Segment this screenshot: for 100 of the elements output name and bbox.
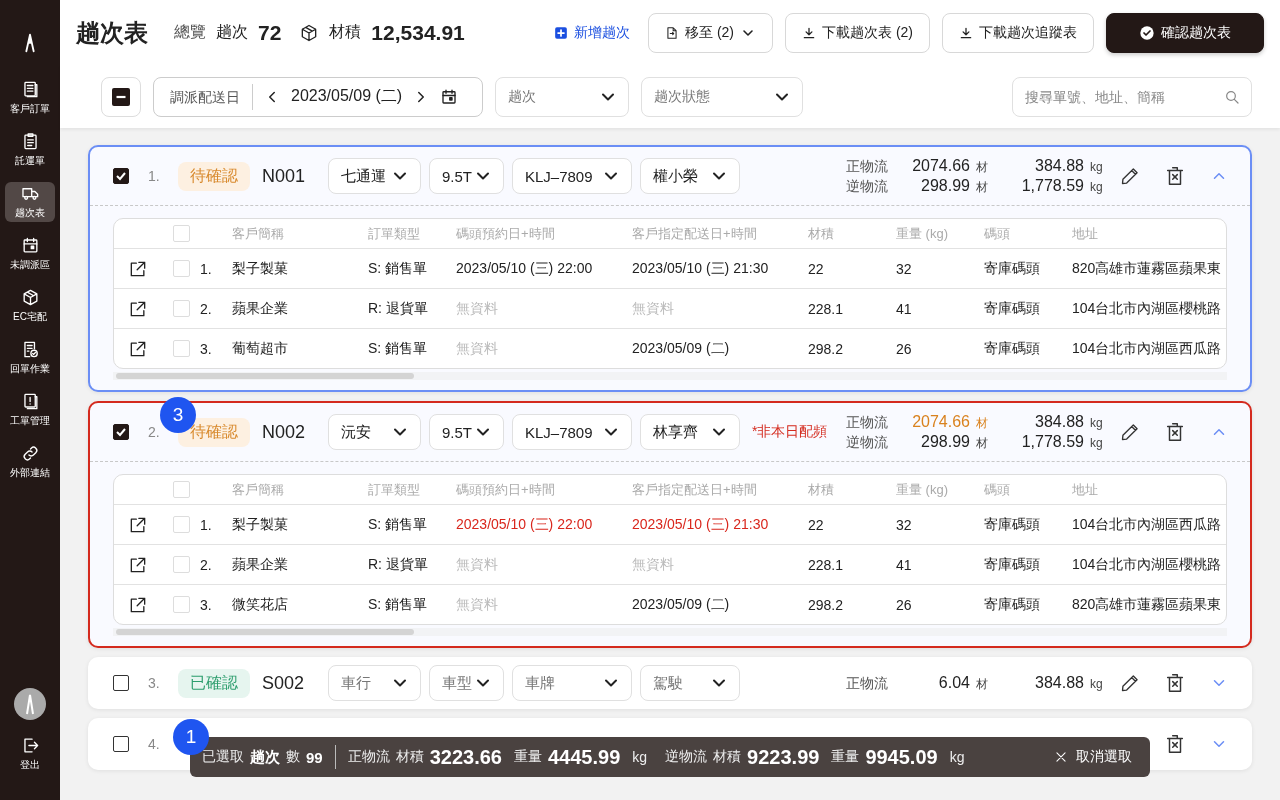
table-cell: 葡萄超市	[232, 339, 288, 356]
date-picker[interactable]: 調派配送日 2023/05/09 (二)	[153, 76, 483, 117]
column-header: 碼頭	[984, 225, 1010, 241]
nav-item[interactable]: EC宅配	[5, 286, 55, 326]
selected-count: 99	[306, 748, 323, 766]
table-cell: 26	[896, 340, 912, 357]
trip-select[interactable]: 權小榮	[640, 158, 740, 194]
cancel-selection-button[interactable]: 取消選取	[1048, 747, 1138, 767]
pencil-icon[interactable]	[1120, 422, 1140, 442]
filter-select[interactable]: 趟次狀態	[641, 76, 803, 117]
column-header: 地址	[1072, 481, 1098, 497]
check-circle-icon	[1139, 24, 1155, 41]
calendar-icon[interactable]	[440, 87, 459, 106]
volume-total: 3223.66	[429, 745, 502, 769]
unit-label: 材	[975, 158, 989, 176]
nav-item[interactable]: 趟次表	[5, 182, 55, 222]
trash-icon[interactable]	[1164, 421, 1186, 443]
trip-count-label: 趟次	[216, 22, 248, 42]
trip-select[interactable]: 駕駛	[640, 665, 740, 701]
nav-item[interactable]: 外部連結	[5, 442, 55, 482]
nav-item[interactable]: 回單作業	[5, 338, 55, 378]
select-all-checkbox[interactable]	[172, 225, 190, 242]
unit-label: kg	[1089, 676, 1104, 691]
pencil-icon[interactable]	[1120, 166, 1140, 186]
row-number: 1.	[200, 260, 212, 277]
trip-checkbox[interactable]	[113, 168, 129, 184]
link-icon	[20, 444, 40, 463]
column-header: 訂單類型	[368, 481, 420, 497]
close-icon	[1054, 750, 1068, 764]
trash-icon[interactable]	[1164, 165, 1186, 187]
download-icon	[802, 25, 816, 40]
column-header: 重量 (kg)	[896, 225, 948, 241]
table-cell: 41	[896, 300, 912, 317]
trip-select[interactable]: 9.5T	[429, 414, 504, 450]
table-cell: 梨子製菓	[232, 259, 288, 276]
trip-select[interactable]: 9.5T	[429, 158, 504, 194]
table-cell: 32	[896, 516, 912, 533]
trash-icon[interactable]	[1164, 672, 1186, 694]
table-cell: 無資料	[456, 595, 498, 612]
search-field[interactable]: 搜尋單號、地址、簡稱	[1012, 76, 1252, 117]
trip-checkbox[interactable]	[113, 424, 129, 440]
volume-label: 材積	[329, 22, 362, 42]
unit-label: 材	[975, 414, 989, 432]
trip-select[interactable]: 七通運	[328, 158, 421, 194]
scrollbar-thumb[interactable]	[116, 629, 414, 635]
flow-label: 逆物流	[846, 177, 889, 196]
row-number: 3.	[200, 340, 212, 357]
table-cell: 無資料	[632, 299, 674, 316]
trip-number: 2.	[148, 424, 161, 440]
confirm-button[interactable]: 確認趟次表	[1106, 12, 1264, 53]
row-checkbox[interactable]	[172, 340, 190, 357]
nav-item[interactable]: 客戶訂單	[5, 78, 55, 118]
trip-checkbox[interactable]	[113, 675, 129, 691]
move-to-dropdown[interactable]: 移至 (2)	[648, 12, 773, 53]
volume-total: 9223.99	[747, 745, 820, 769]
column-header: 客戶簡稱	[232, 481, 284, 497]
weight-value: 1,778.59	[1020, 176, 1084, 195]
row-checkbox[interactable]	[172, 300, 190, 317]
download-button[interactable]: 下載趟次追蹤表	[942, 12, 1094, 53]
table-cell: 104台北市內湖區西瓜路	[1072, 515, 1222, 532]
row-checkbox[interactable]	[172, 596, 190, 613]
row-checkbox[interactable]	[172, 260, 190, 277]
scrollbar-thumb[interactable]	[116, 373, 414, 379]
trip-select[interactable]: 車行	[328, 665, 421, 701]
trip-select[interactable]: 車型	[429, 665, 504, 701]
trip-select[interactable]: 林享齊	[640, 414, 740, 450]
row-checkbox[interactable]	[172, 516, 190, 533]
trip-code: N001	[262, 165, 307, 187]
bulk-select-toggle[interactable]	[101, 76, 141, 117]
nav-item[interactable]: 託運單	[5, 130, 55, 170]
column-header: 碼頭預約日+時間	[456, 225, 555, 241]
select-all-checkbox[interactable]	[172, 481, 190, 498]
trip-select[interactable]: KLJ–7809	[512, 414, 632, 450]
trash-icon[interactable]	[1164, 733, 1186, 755]
volume-value: 298.99	[920, 432, 970, 451]
trip-select[interactable]: 車牌	[512, 665, 632, 701]
logout-button[interactable]: 登出	[5, 734, 55, 774]
weight-total: 9945.09	[865, 745, 938, 769]
row-checkbox[interactable]	[172, 556, 190, 573]
avatar-icon[interactable]	[14, 688, 46, 720]
download-button[interactable]: 下載趟次表 (2)	[785, 12, 930, 53]
trip-select[interactable]: 沅安	[328, 414, 421, 450]
count-label: 數	[286, 748, 300, 766]
trip-checkbox[interactable]	[113, 736, 129, 752]
nav-item[interactable]: 工單管理	[5, 390, 55, 430]
volume-value: 2074.66	[911, 156, 970, 175]
trip-select[interactable]: KLJ–7809	[512, 158, 632, 194]
weight-label: 重量	[831, 748, 860, 766]
table-cell: 22	[808, 260, 824, 277]
table-cell: 32	[896, 260, 912, 277]
table-cell: 2023/05/10 (三) 21:30	[632, 515, 769, 532]
filter-select[interactable]: 趟次	[495, 76, 629, 117]
status-badge: 已確認	[178, 668, 250, 698]
nav-item[interactable]: 未調派區	[5, 234, 55, 274]
trip-count: 72	[258, 20, 282, 45]
pencil-icon[interactable]	[1120, 673, 1140, 693]
unit-label: 材	[975, 434, 989, 452]
column-header: 重量 (kg)	[896, 481, 948, 497]
unit-label: kg	[949, 749, 965, 765]
plus-square-icon	[554, 25, 568, 40]
